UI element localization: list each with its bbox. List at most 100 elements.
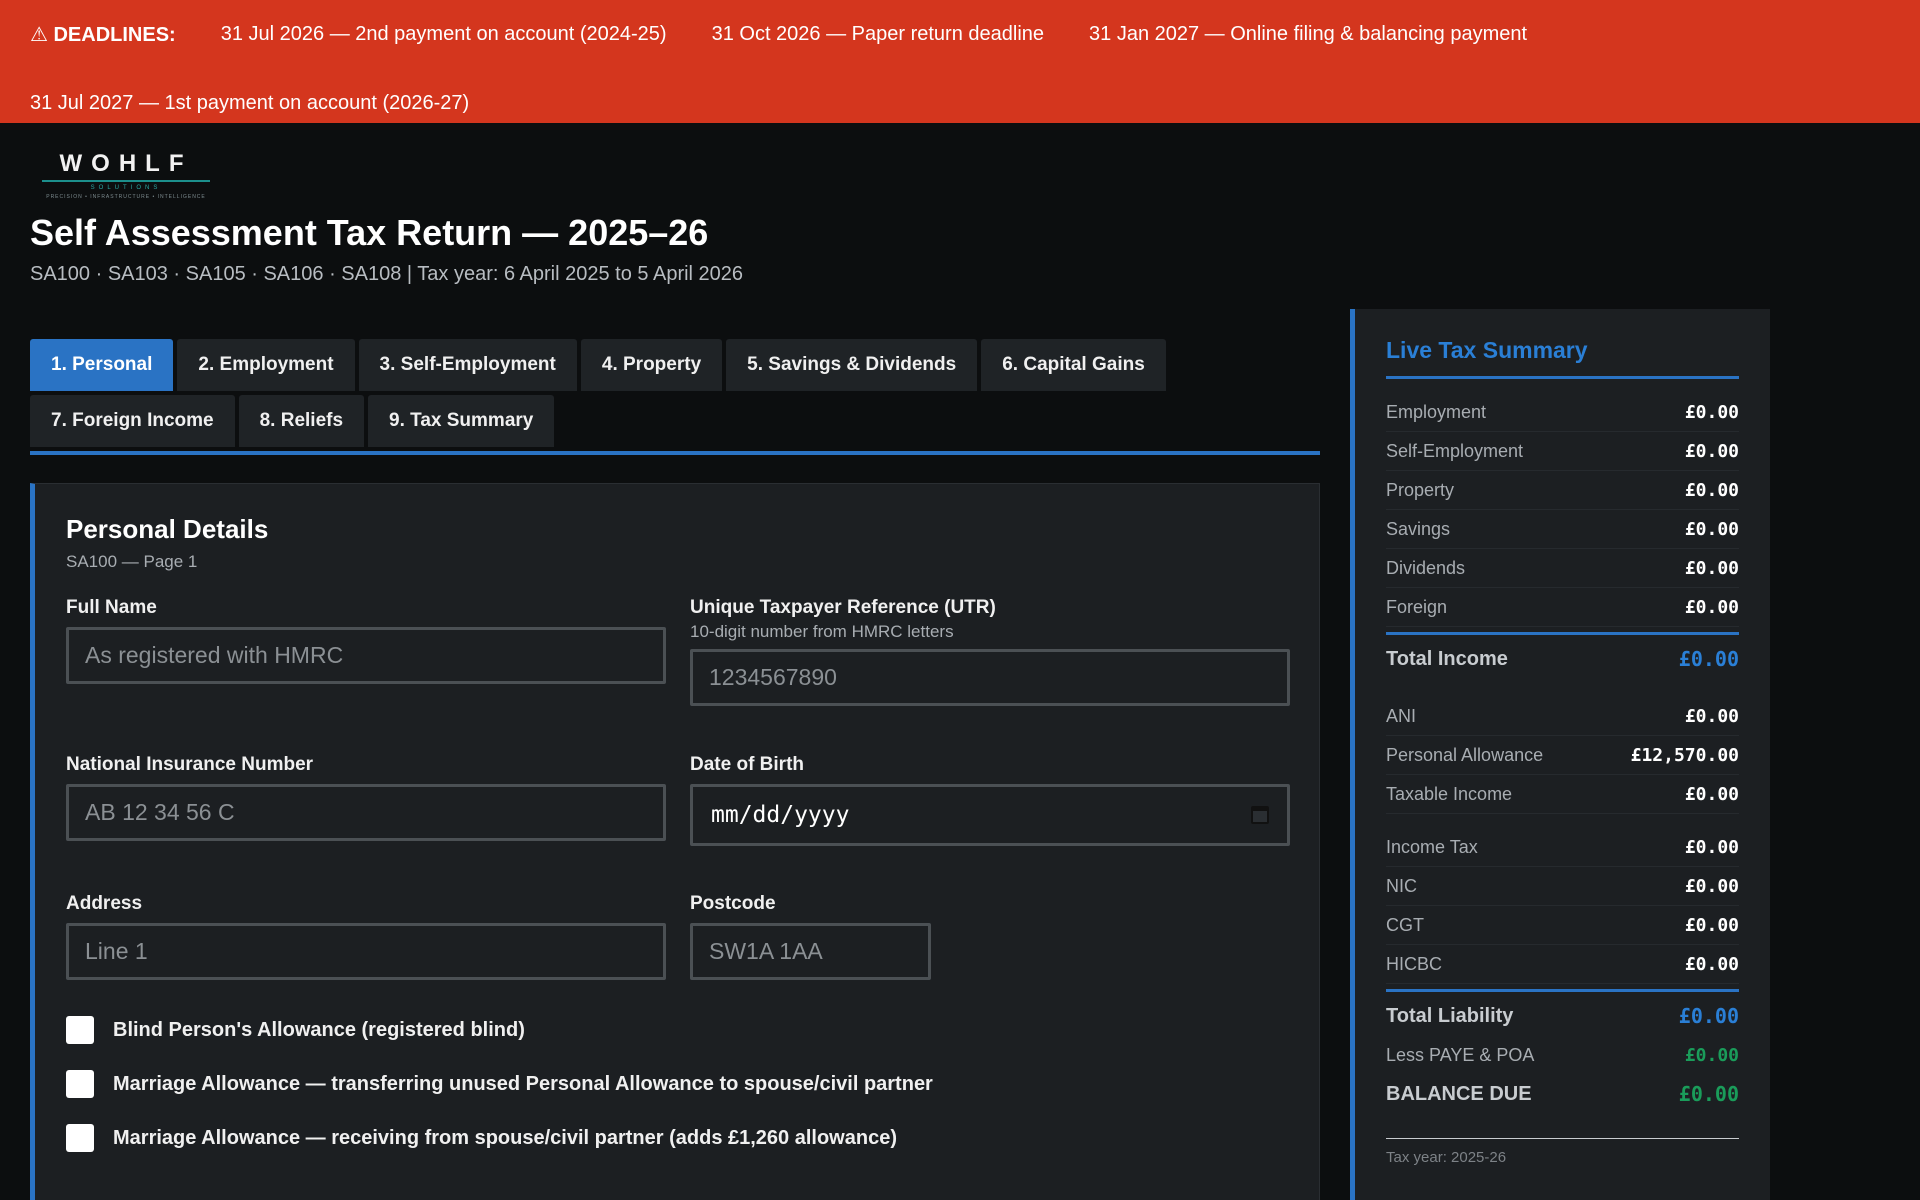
- summary-label: NIC: [1386, 875, 1417, 896]
- summary-label: Foreign: [1386, 596, 1448, 617]
- summary-row-taxable-income: Taxable Income £0.00: [1386, 775, 1739, 814]
- summary-value: £0.00: [1684, 1044, 1739, 1066]
- summary-row-personal-allowance: Personal Allowance £12,570.00: [1386, 736, 1739, 775]
- summary-value: £0.00: [1684, 557, 1739, 579]
- summary-value: £12,570.00: [1630, 744, 1739, 766]
- summary-value: £0.00: [1684, 953, 1739, 975]
- summary-label: Dividends: [1386, 557, 1466, 578]
- tab-savings-dividends[interactable]: 5. Savings & Dividends: [726, 339, 978, 391]
- deadline-item: 31 Oct 2026 — Paper return deadline: [711, 22, 1045, 45]
- deadline-item: 31 Jan 2027 — Online filing & balancing …: [1089, 22, 1528, 45]
- deadline-item: 31 Jul 2027 — 1st payment on account (20…: [30, 91, 470, 114]
- calendar-icon[interactable]: [1251, 806, 1269, 824]
- summary-value: £0.00: [1678, 1082, 1739, 1106]
- tab-capital-gains[interactable]: 6. Capital Gains: [981, 339, 1166, 391]
- page-subtitle: SA100 · SA103 · SA105 · SA106 · SA108 | …: [30, 263, 744, 285]
- summary-title: Live Tax Summary: [1386, 337, 1739, 379]
- deadline-row-2: 31 Jul 2027 — 1st payment on account (20…: [30, 84, 1890, 122]
- deadline-banner: ⚠ DEADLINES: 31 Jul 2026 — 2nd payment o…: [0, 0, 1920, 123]
- page-title: Self Assessment Tax Return — 2025–26: [30, 212, 709, 253]
- summary-label: Less PAYE & POA: [1386, 1044, 1535, 1065]
- summary-row-nic: NIC £0.00: [1386, 867, 1739, 906]
- postcode-label: Postcode: [690, 893, 776, 914]
- utr-label: Unique Taxpayer Reference (UTR): [690, 597, 996, 618]
- summary-row-savings: Savings £0.00: [1386, 510, 1739, 549]
- summary-row-hicbc: HICBC £0.00: [1386, 945, 1739, 984]
- address-input[interactable]: [66, 923, 666, 980]
- blind-allowance-row: Blind Person's Allowance (registered bli…: [66, 1016, 525, 1044]
- summary-label: Total Liability: [1386, 1004, 1514, 1027]
- summary-label: ANI: [1386, 705, 1417, 726]
- utr-input[interactable]: [690, 649, 1290, 706]
- summary-label: Employment: [1386, 401, 1487, 422]
- marriage-receive-label: Marriage Allowance — receiving from spou…: [113, 1126, 897, 1149]
- summary-label: BALANCE DUE: [1386, 1082, 1532, 1105]
- summary-row-income-tax: Income Tax £0.00: [1386, 828, 1739, 867]
- marriage-receive-checkbox[interactable]: [66, 1124, 94, 1152]
- marriage-transfer-checkbox[interactable]: [66, 1070, 94, 1098]
- marriage-transfer-row: Marriage Allowance — transferring unused…: [66, 1070, 933, 1098]
- summary-row-cgt: CGT £0.00: [1386, 906, 1739, 945]
- summary-total-liability: Total Liability £0.00: [1386, 992, 1739, 1040]
- summary-row-dividends: Dividends £0.00: [1386, 549, 1739, 588]
- dob-input[interactable]: mm/dd/yyyy: [690, 784, 1290, 846]
- panel-subtitle: SA100 — Page 1: [66, 552, 198, 571]
- blind-allowance-checkbox[interactable]: [66, 1016, 94, 1044]
- summary-label: Total Income: [1386, 647, 1508, 670]
- summary-total-income: Total Income £0.00: [1386, 635, 1739, 683]
- section-tabs: 1. Personal 2. Employment 3. Self-Employ…: [30, 339, 1320, 455]
- blind-allowance-label: Blind Person's Allowance (registered bli…: [113, 1018, 525, 1041]
- summary-footer: Tax year: 2025-26: [1386, 1149, 1507, 1166]
- live-tax-summary: Live Tax Summary Employment £0.00 Self-Em…: [1350, 309, 1770, 1200]
- summary-value: £0.00: [1678, 647, 1739, 671]
- summary-value: £0.00: [1684, 705, 1739, 727]
- tab-foreign-income[interactable]: 7. Foreign Income: [30, 395, 235, 447]
- summary-row-ani: ANI £0.00: [1386, 697, 1739, 736]
- full-name-label: Full Name: [66, 597, 157, 618]
- company-logo: WOHLF SOLUTIONS PRECISION • INFRASTRUCTU…: [42, 150, 210, 200]
- summary-value: £0.00: [1684, 479, 1739, 501]
- logo-name: WOHLF: [59, 150, 193, 177]
- summary-row-foreign: Foreign £0.00: [1386, 588, 1739, 627]
- summary-label: Savings: [1386, 518, 1451, 539]
- tab-property[interactable]: 4. Property: [580, 339, 723, 391]
- panel-title: Personal Details: [66, 514, 269, 544]
- summary-row-less-paye: Less PAYE & POA £0.00: [1386, 1040, 1739, 1070]
- address-label: Address: [66, 893, 143, 914]
- deadline-item: 31 Jul 2026 — 2nd payment on account (20…: [220, 22, 667, 45]
- summary-value: £0.00: [1684, 518, 1739, 540]
- utr-hint: 10-digit number from HMRC letters: [690, 622, 954, 641]
- tab-personal[interactable]: 1. Personal: [30, 339, 174, 391]
- summary-value: £0.00: [1684, 783, 1739, 805]
- summary-label: Property: [1386, 479, 1455, 500]
- dob-label: Date of Birth: [690, 754, 804, 775]
- nino-input[interactable]: [66, 784, 666, 841]
- full-name-input[interactable]: [66, 627, 666, 684]
- logo-sub: SOLUTIONS: [90, 185, 162, 191]
- logo-divider: [42, 180, 210, 182]
- summary-value: £0.00: [1684, 596, 1739, 618]
- summary-label: Self-Employment: [1386, 440, 1524, 461]
- summary-value: £0.00: [1684, 401, 1739, 423]
- summary-value: £0.00: [1684, 914, 1739, 936]
- tab-self-employment[interactable]: 3. Self-Employment: [358, 339, 577, 391]
- summary-value: £0.00: [1678, 1004, 1739, 1028]
- marriage-transfer-label: Marriage Allowance — transferring unused…: [113, 1072, 933, 1095]
- summary-label: HICBC: [1386, 953, 1443, 974]
- summary-label: Taxable Income: [1386, 783, 1513, 804]
- summary-row-self-employment: Self-Employment £0.00: [1386, 432, 1739, 471]
- summary-footer-divider: [1386, 1138, 1739, 1139]
- summary-balance-due: BALANCE DUE £0.00: [1386, 1070, 1739, 1118]
- postcode-input[interactable]: [690, 923, 931, 980]
- summary-value: £0.00: [1684, 875, 1739, 897]
- marriage-receive-row: Marriage Allowance — receiving from spou…: [66, 1124, 897, 1152]
- tab-tax-summary[interactable]: 9. Tax Summary: [368, 395, 555, 447]
- dob-value: mm/dd/yyyy: [711, 802, 850, 828]
- tab-employment[interactable]: 2. Employment: [177, 339, 355, 391]
- nino-label: National Insurance Number: [66, 754, 314, 775]
- tab-reliefs[interactable]: 8. Reliefs: [238, 395, 365, 447]
- deadline-row-1: ⚠ DEADLINES: 31 Jul 2026 — 2nd payment o…: [30, 15, 1890, 53]
- summary-row-property: Property £0.00: [1386, 471, 1739, 510]
- deadline-title: ⚠ DEADLINES:: [30, 23, 176, 46]
- summary-value: £0.00: [1684, 440, 1739, 462]
